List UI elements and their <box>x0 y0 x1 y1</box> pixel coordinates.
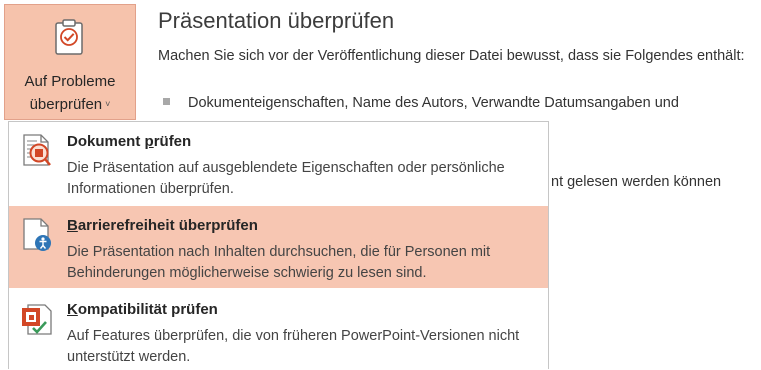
menu-title-accesskey: K <box>67 301 78 318</box>
chevron-down-icon: ˅ <box>105 99 111 109</box>
menu-title-text: ompatibilität prüfen <box>77 301 218 318</box>
menu-title-accesskey: p <box>144 133 154 150</box>
info-partial-text: nt gelesen werden können <box>551 174 722 190</box>
menu-item-inspect-document[interactable]: Dokument prüfen Die Präsentation auf aus… <box>9 122 548 204</box>
compatibility-check-icon <box>22 304 52 335</box>
menu-title-text: Dokument <box>67 133 145 150</box>
button-label-line2: überprüfen <box>29 96 103 113</box>
menu-title-text: arrierefreiheit überprüfen <box>77 217 258 234</box>
info-bullet: Dokumenteigenschaften, Name des Autors, … <box>163 95 679 111</box>
menu-item-check-compatibility[interactable]: Kompatibilität prüfen Auf Features überp… <box>9 290 548 370</box>
menu-item-check-accessibility[interactable]: Barrierefreiheit überprüfen Die Präsenta… <box>9 206 548 288</box>
menu-title-text: rüfen <box>153 133 192 150</box>
button-label-line1: Auf Probleme <box>24 73 116 90</box>
bullet-square-icon <box>163 98 170 105</box>
menu-title-accesskey: B <box>67 217 78 234</box>
menu-item-description: Auf Features überprüfen, die von frühere… <box>67 328 520 365</box>
checklist-icon <box>55 19 83 55</box>
check-issues-menu: Dokument prüfen Die Präsentation auf aus… <box>8 121 549 369</box>
document-inspector-icon <box>23 134 51 166</box>
check-for-issues-button[interactable]: Auf Probleme überprüfen ˅ <box>4 4 136 120</box>
accessibility-check-icon <box>23 218 51 251</box>
menu-item-description: Die Präsentation auf ausgeblendete Eigen… <box>67 160 505 197</box>
menu-item-description: Die Präsentation nach Inhalten durchsuch… <box>67 244 491 281</box>
info-title: Präsentation überprüfen <box>158 8 395 33</box>
info-bullet-text: Dokumenteigenschaften, Name des Autors, … <box>188 95 679 111</box>
info-description: Machen Sie sich vor der Veröffentlichung… <box>158 48 745 64</box>
